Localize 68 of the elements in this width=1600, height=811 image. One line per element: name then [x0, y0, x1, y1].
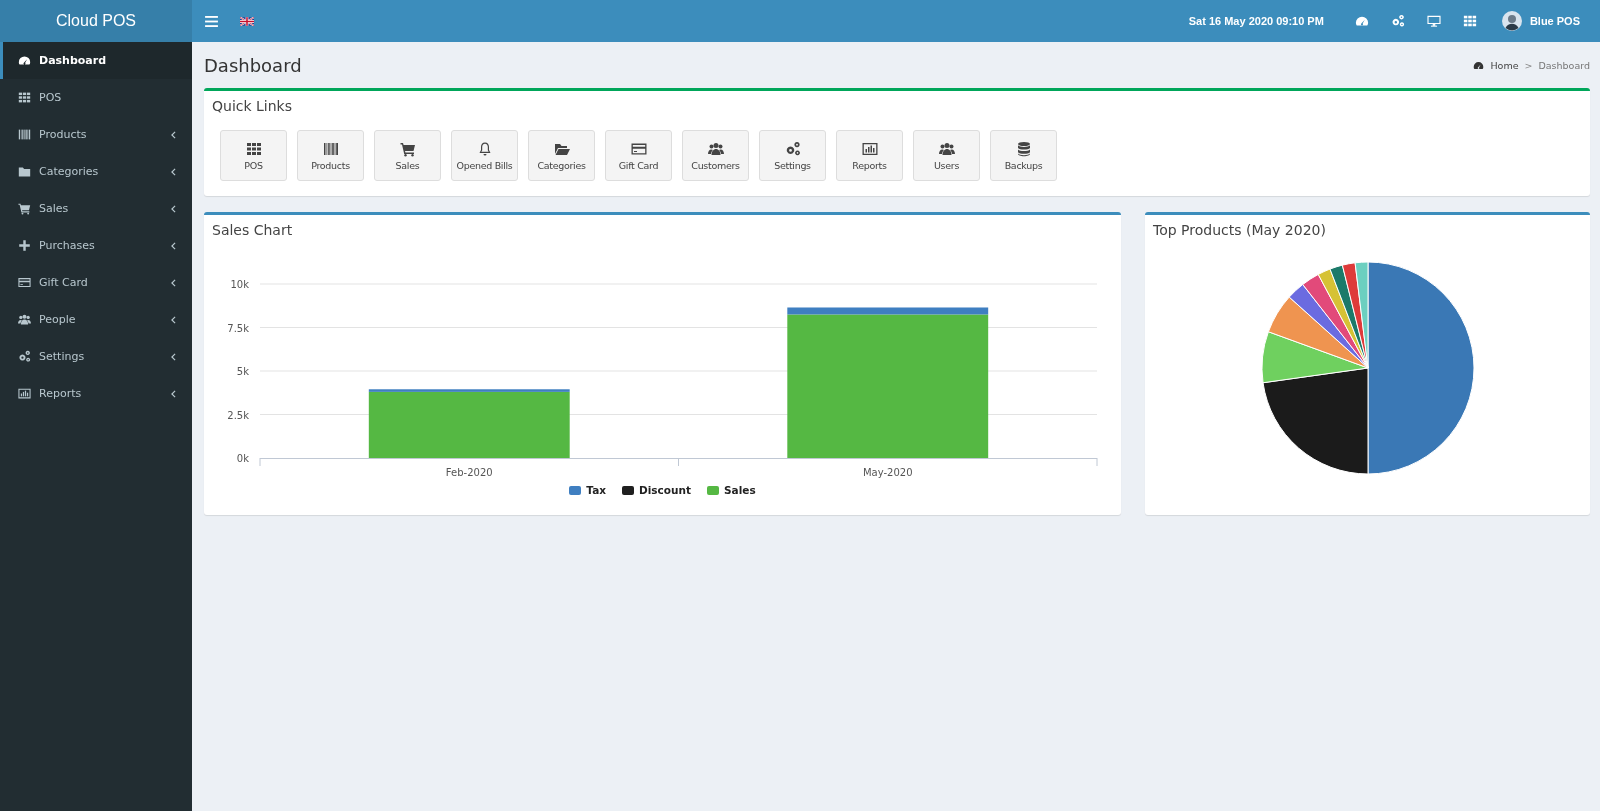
gears-icon [18, 350, 31, 363]
barcode-icon [322, 140, 339, 157]
gauge-icon [1473, 59, 1485, 71]
card-title: Top Products (May 2020) [1152, 221, 1327, 238]
quick-link-button[interactable]: Settings [759, 130, 826, 181]
x-axis-label: May-2020 [862, 467, 913, 478]
card-title: Quick Links [211, 97, 293, 114]
bar-chart-icon [18, 387, 31, 400]
y-axis-label: 0k [236, 453, 249, 464]
quick-link-button[interactable]: Reports [836, 130, 903, 181]
sidebar-item[interactable]: Dashboard [0, 42, 192, 79]
menu-icon[interactable] [205, 15, 218, 27]
barcode-icon [18, 128, 31, 141]
sidebar-item[interactable]: People [0, 301, 192, 338]
flag-icon[interactable] [240, 16, 254, 26]
date-time: Sat 16 May 2020 09:10 PM [1188, 15, 1324, 27]
gears-icon [784, 140, 801, 157]
grid-icon [18, 91, 31, 104]
users-icon [18, 313, 31, 326]
quick-link-button[interactable]: POS [220, 130, 287, 181]
x-axis-label: Feb-2020 [445, 467, 493, 478]
sidebar-item[interactable]: Products [0, 116, 192, 153]
cart-icon [399, 140, 416, 157]
quick-link-button[interactable]: Categories [528, 130, 595, 181]
breadcrumb-separator: > [1524, 59, 1533, 71]
folder-icon [18, 165, 31, 178]
gears-icon[interactable] [1390, 14, 1405, 28]
breadcrumb-current: Dashboard [1538, 59, 1590, 71]
sidebar-item[interactable]: Gift Card [0, 264, 192, 301]
legend-label: Tax [586, 484, 607, 496]
avatar-icon [1501, 11, 1522, 31]
legend-label: Sales [724, 484, 756, 496]
plus-icon [18, 239, 31, 252]
sidebar-item[interactable]: Reports [0, 375, 192, 412]
sidebar-item[interactable]: Categories [0, 153, 192, 190]
y-axis-label: 10k [230, 279, 249, 290]
app-logo[interactable]: Cloud POS [0, 0, 192, 42]
y-axis-label: 2.5k [227, 409, 249, 421]
sidebar-item[interactable]: Purchases [0, 227, 192, 264]
y-axis-label: 7.5k [227, 322, 249, 334]
y-axis-label: 5k [236, 366, 249, 377]
quick-link-button[interactable]: Opened Bills [451, 130, 518, 181]
page-title: Dashboard [204, 54, 302, 76]
cart-icon [18, 202, 31, 215]
breadcrumb-link[interactable]: Home [1490, 59, 1519, 71]
quick-link-button[interactable]: Gift Card [605, 130, 672, 181]
card-title: Sales Chart [211, 221, 294, 238]
quick-link-button[interactable]: Users [913, 130, 980, 181]
grid-icon [245, 140, 262, 157]
sidebar-item[interactable]: Settings [0, 338, 192, 375]
monitor-icon[interactable] [1426, 14, 1441, 28]
user-menu[interactable]: Blue POS [1501, 11, 1580, 31]
card-icon [18, 276, 31, 289]
sidebar-item[interactable]: Sales [0, 190, 192, 227]
quick-link-button[interactable]: Customers [682, 130, 749, 181]
grid-icon[interactable] [1462, 14, 1477, 28]
users-icon [938, 140, 955, 157]
gauge-icon[interactable] [1354, 14, 1369, 28]
users-icon [707, 140, 724, 157]
quick-link-button[interactable]: Backups [990, 130, 1057, 181]
gauge-icon [18, 54, 31, 67]
sidebar-item[interactable]: POS [0, 79, 192, 116]
legend-label: Discount [639, 484, 691, 496]
quick-link-button[interactable]: Products [297, 130, 364, 181]
user-name: Blue POS [1529, 15, 1580, 27]
database-icon [1015, 140, 1032, 157]
bar-chart-icon [861, 140, 878, 157]
quick-link-button[interactable]: Sales [374, 130, 441, 181]
